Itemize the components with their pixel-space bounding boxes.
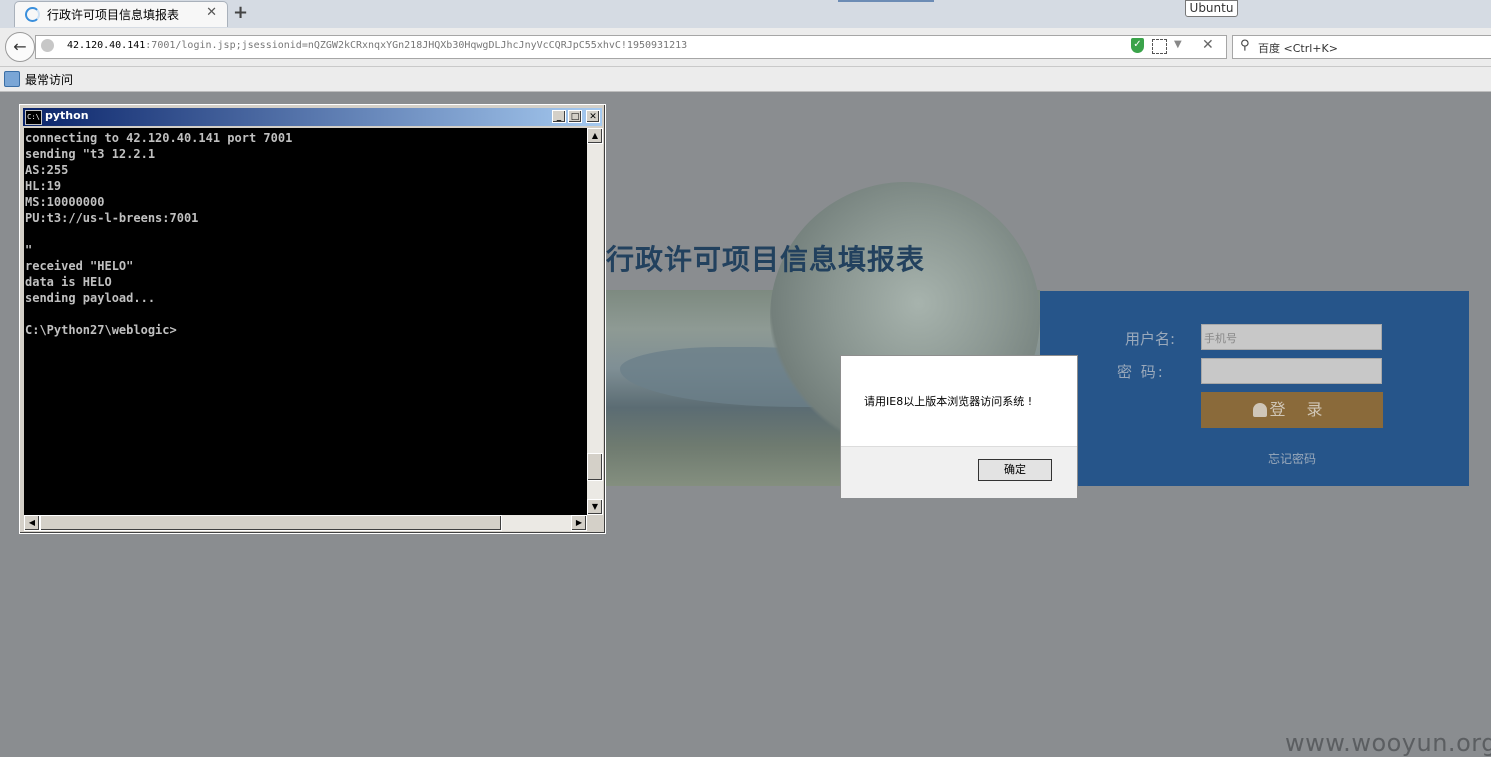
bookmarks-bar: 最常访问 [0,67,1491,92]
navigation-bar: ← 42.120.40.141:7001/login.jsp;jsessioni… [0,28,1491,67]
vertical-scroll-thumb[interactable] [587,453,603,481]
console-window: C:\ python _ □ ✕ connecting to 42.120.40… [19,104,606,534]
stop-icon[interactable]: ✕ [1202,37,1214,53]
console-title: python [45,109,89,122]
new-tab-button[interactable]: + [233,2,248,23]
taskbar-strip [838,0,934,2]
back-button[interactable]: ← [5,32,35,62]
console-text: connecting to 42.120.40.141 port 7001 se… [25,131,293,337]
bookmark-folder-icon [4,71,20,87]
minimize-button[interactable]: _ [552,110,566,123]
user-icon [1253,403,1268,417]
password-input[interactable] [1201,358,1382,384]
url-host: 42.120.40.141 [67,40,146,51]
resize-grip[interactable] [587,515,603,531]
password-label: 密 码: [1117,363,1165,381]
qr-code-icon[interactable] [1152,39,1167,54]
url-path: :7001/login.jsp;jsessionid=nQZGW2kCRxnqx… [145,40,688,51]
alert-message: 请用IE8以上版本浏览器访问系统 ! [864,395,1033,408]
tab-close-icon[interactable]: ✕ [206,5,217,20]
browser-tab[interactable]: 行政许可项目信息填报表 ✕ [14,1,228,27]
console-titlebar[interactable]: C:\ python _ □ ✕ [23,108,602,126]
search-placeholder: 百度 <Ctrl+K> [1258,42,1338,55]
search-input[interactable]: ⚲ 百度 <Ctrl+K> [1232,35,1491,59]
console-close-button[interactable]: ✕ [586,110,600,123]
url-text[interactable]: 42.120.40.141:7001/login.jsp;jsessionid=… [67,40,687,51]
horizontal-scroll-thumb[interactable] [40,515,502,531]
login-panel [1040,291,1469,486]
scroll-down-icon[interactable]: ▼ [587,499,603,515]
tab-bar: 行政许可项目信息填报表 ✕ + Ubuntu [0,0,1491,28]
alert-dialog: 请用IE8以上版本浏览器访问系统 ! 确定 [840,355,1078,498]
login-button[interactable]: 登 录 [1201,392,1383,428]
username-label: 用户名: [1125,330,1176,348]
back-arrow-icon: ← [13,37,27,56]
console-icon: C:\ [25,110,42,125]
dropdown-icon[interactable]: ▼ [1174,39,1182,50]
shield-icon[interactable]: ✓ [1131,38,1144,53]
scroll-up-icon[interactable]: ▲ [587,128,603,144]
forgot-password-link[interactable]: 忘记密码 [1268,450,1316,467]
tooltip: Ubuntu [1185,0,1238,17]
maximize-button[interactable]: □ [568,110,582,123]
watermark: www.wooyun.org [1285,729,1491,757]
tab-title: 行政许可项目信息填报表 [47,8,180,22]
loading-spinner-icon [25,7,40,22]
username-input[interactable]: 手机号 [1201,324,1382,350]
address-bar[interactable]: 42.120.40.141:7001/login.jsp;jsessionid=… [35,35,1227,59]
dialog-footer: 确定 [841,446,1077,498]
horizontal-scrollbar[interactable]: ◀ ▶ [24,515,587,531]
search-icon: ⚲ [1240,38,1250,53]
vertical-scrollbar[interactable]: ▲ ▼ [587,128,603,515]
ok-button[interactable]: 确定 [978,459,1052,481]
console-output[interactable]: connecting to 42.120.40.141 port 7001 se… [24,128,587,515]
bookmark-most-visited[interactable]: 最常访问 [25,71,73,88]
scroll-right-icon[interactable]: ▶ [571,515,587,531]
login-button-label: 登 录 [1269,400,1331,419]
scroll-left-icon[interactable]: ◀ [24,515,40,531]
page-title: 行政许可项目信息填报表 [606,243,926,276]
globe-icon [41,39,54,52]
